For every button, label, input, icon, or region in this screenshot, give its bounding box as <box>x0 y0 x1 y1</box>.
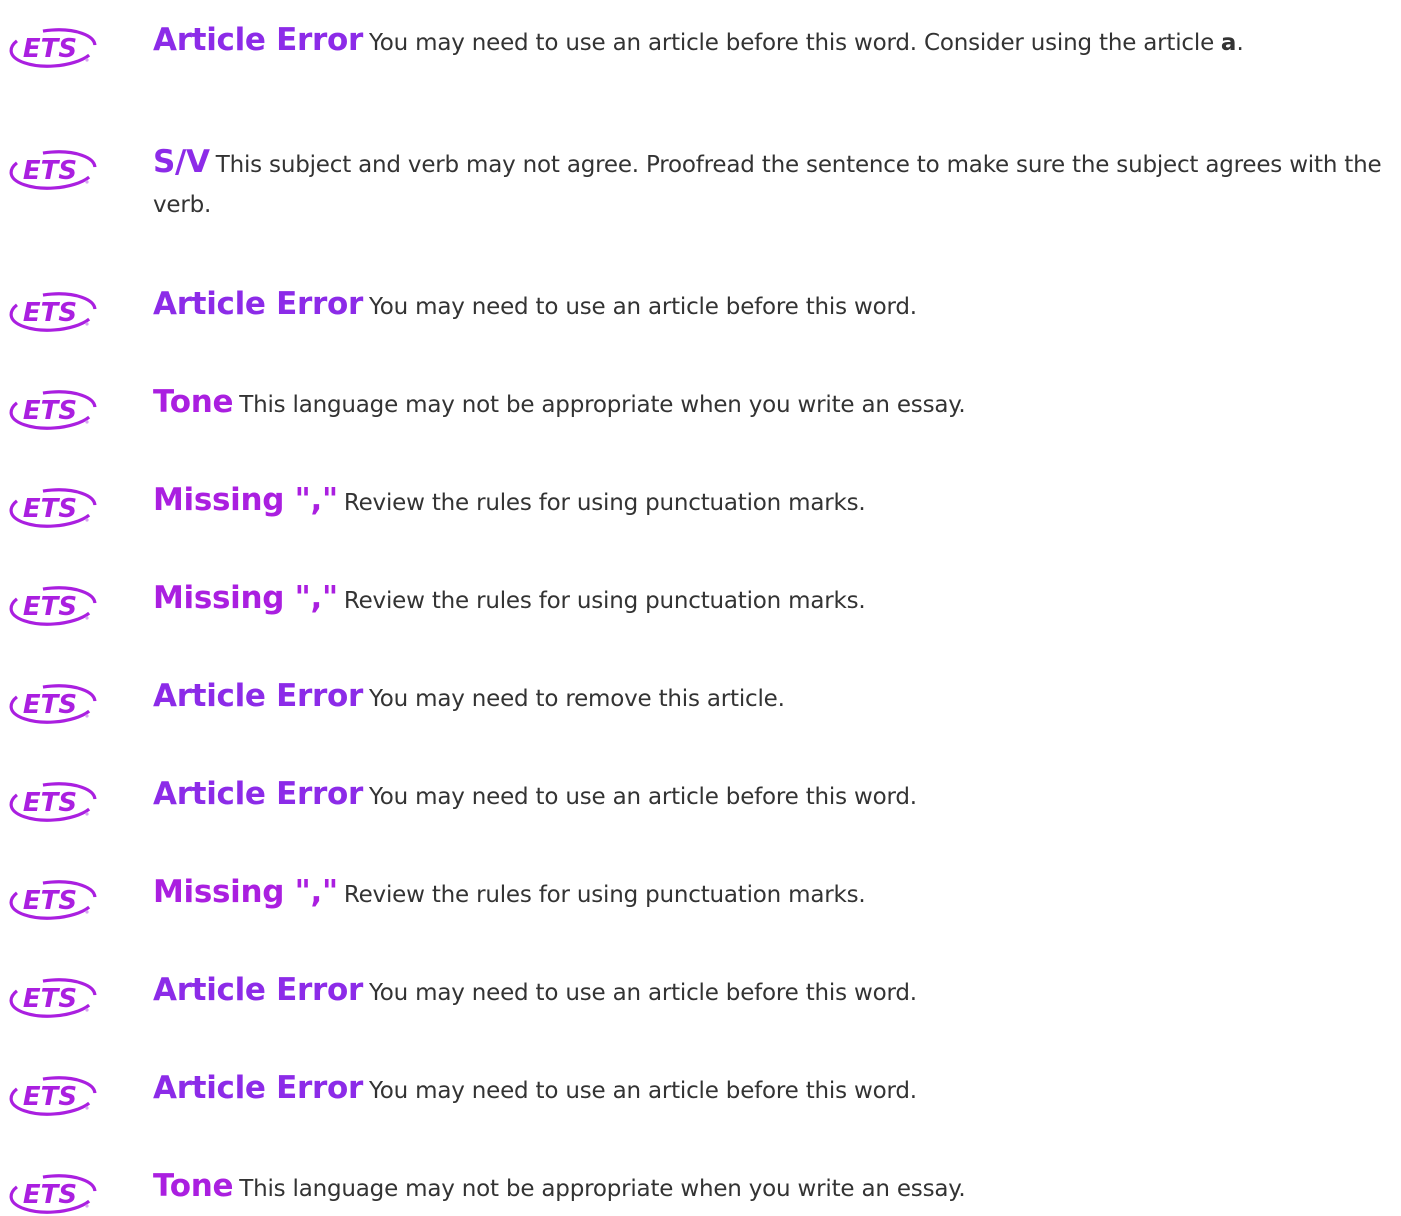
feedback-text: Article Error You may need to use an arti… <box>153 1068 1389 1111</box>
error-category: Tone <box>153 1168 234 1204</box>
feedback-text: Missing "," Review the rules for using pu… <box>153 578 1389 621</box>
error-message: Review the rules for using punctuation m… <box>343 882 866 908</box>
feedback-text: Missing "," Review the rules for using pu… <box>153 480 1389 523</box>
error-category: Missing "," <box>153 482 338 518</box>
error-message: You may need to use an article before th… <box>368 784 917 810</box>
ets-logo-icon: ETS <box>9 978 97 1018</box>
ets-logo-icon: ETS <box>9 1174 97 1214</box>
error-message: Review the rules for using punctuation m… <box>343 588 866 614</box>
ets-logo-text: ETS <box>23 1180 77 1210</box>
error-message: You may need to use an article before th… <box>368 980 917 1006</box>
error-category: S/V <box>153 144 210 180</box>
ets-logo-icon: ETS <box>9 150 97 190</box>
error-category: Article Error <box>153 1070 363 1106</box>
ets-logo-text: ETS <box>23 592 77 622</box>
error-category: Missing "," <box>153 874 338 910</box>
ets-logo-text: ETS <box>23 788 77 818</box>
error-category: Article Error <box>153 776 363 812</box>
error-message: This subject and verb may not agree. Pro… <box>153 152 1382 218</box>
error-message: You may need to remove this article. <box>368 686 785 712</box>
feedback-text: Article Error You may need to use an arti… <box>153 284 1389 327</box>
feedback-text: Article Error You may need to remove this… <box>153 676 1389 719</box>
ets-logo-icon: ETS <box>9 292 97 332</box>
ets-logo-icon: ETS <box>9 28 97 68</box>
error-category: Article Error <box>153 678 363 714</box>
feedback-text: Missing "," Review the rules for using pu… <box>153 872 1389 915</box>
feedback-text: Article Error You may need to use an arti… <box>153 774 1389 817</box>
ets-logo-icon: ETS <box>9 684 97 724</box>
error-message: You may need to use an article before th… <box>368 1078 917 1104</box>
feedback-text: Tone This language may not be appropriate… <box>153 382 1389 425</box>
ets-logo-text: ETS <box>23 34 77 64</box>
ets-logo-text: ETS <box>23 298 77 328</box>
error-message: You may need to use an article before th… <box>368 30 1215 56</box>
error-message: You may need to use an article before th… <box>368 294 917 320</box>
suggested-article: a <box>1220 30 1237 56</box>
ets-logo-text: ETS <box>23 396 77 426</box>
message-suffix: . <box>1236 30 1244 56</box>
ets-logo-icon: ETS <box>9 782 97 822</box>
error-message: This language may not be appropriate whe… <box>239 392 966 418</box>
ets-logo-text: ETS <box>23 886 77 916</box>
error-category: Missing "," <box>153 580 338 616</box>
feedback-text: Tone This language may not be appropriate… <box>153 1166 1389 1209</box>
ets-logo-text: ETS <box>23 984 77 1014</box>
ets-logo-text: ETS <box>23 1082 77 1112</box>
ets-logo-icon: ETS <box>9 488 97 528</box>
ets-logo-icon: ETS <box>9 880 97 920</box>
feedback-text: Article Error You may need to use an arti… <box>153 20 1389 63</box>
ets-logo-icon: ETS <box>9 1076 97 1116</box>
error-category: Article Error <box>153 22 363 58</box>
error-category: Tone <box>153 384 234 420</box>
ets-logo-text: ETS <box>23 690 77 720</box>
ets-logo-text: ETS <box>23 156 77 186</box>
ets-logo-icon: ETS <box>9 586 97 626</box>
feedback-text: Article Error You may need to use an arti… <box>153 970 1389 1013</box>
ets-logo-text: ETS <box>23 494 77 524</box>
error-category: Article Error <box>153 972 363 1008</box>
ets-logo-icon: ETS <box>9 390 97 430</box>
error-category: Article Error <box>153 286 363 322</box>
error-message: Review the rules for using punctuation m… <box>343 490 866 516</box>
feedback-text: S/V This subject and verb may not agree. … <box>153 142 1389 225</box>
error-message: This language may not be appropriate whe… <box>239 1176 966 1202</box>
